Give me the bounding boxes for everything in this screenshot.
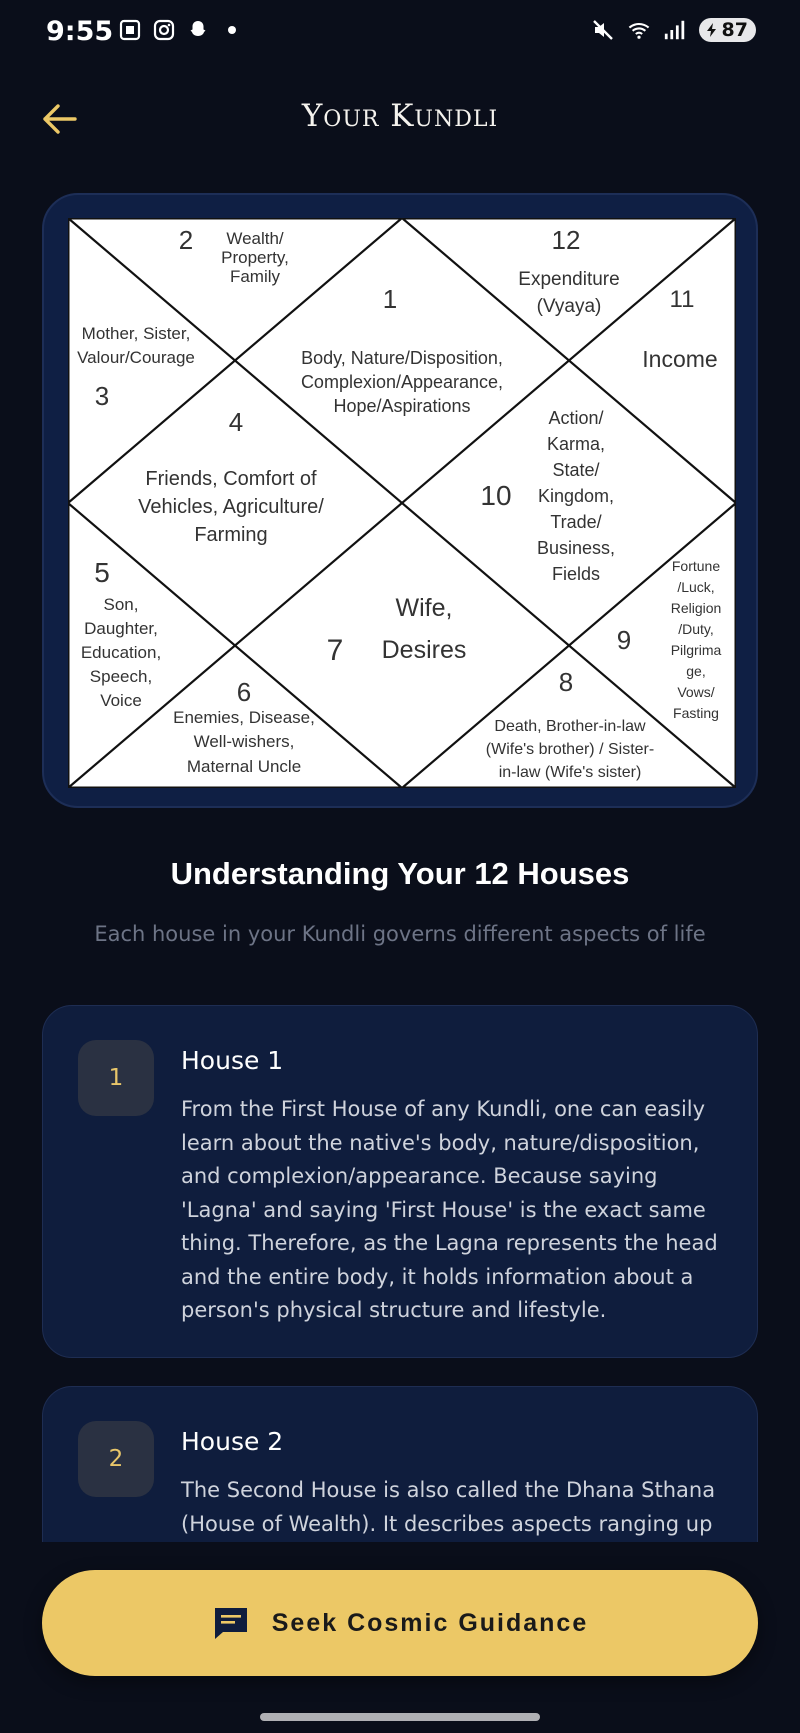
house-10-line-3: State/ (552, 460, 599, 480)
status-bar: 9:55 87 (0, 0, 800, 68)
house-5-line-4: Speech, (90, 667, 152, 686)
page-title: Your Kundli (301, 98, 499, 134)
house-4-line-2: Vehicles, Agriculture/ (138, 496, 324, 518)
house-2-line-1: Wealth/ (226, 229, 284, 248)
instagram-icon (152, 18, 176, 42)
house-9-line-2: /Luck, (677, 579, 714, 595)
house-2-line-3: Family (230, 267, 281, 286)
house-number-badge: 1 (78, 1040, 154, 1116)
house-5-line-2: Daughter, (84, 619, 158, 638)
battery-level: 87 (721, 19, 748, 41)
signal-icon (663, 18, 687, 42)
house-6-number: 6 (237, 677, 251, 707)
house-9-line-7: Vows/ (677, 684, 714, 700)
status-system-icons: 87 (591, 18, 756, 42)
house-12-line-1: Expenditure (518, 269, 619, 290)
house-description: From the First House of any Kundli, one … (181, 1097, 718, 1322)
house-3-number: 3 (95, 381, 109, 411)
house-7-line-2: Desires (382, 636, 467, 664)
house-11-line-1: Income (642, 346, 717, 372)
house-9-line-6: ge, (686, 663, 705, 679)
section-subtitle: Each house in your Kundli governs differ… (94, 922, 706, 946)
house-10-line-5: Trade/ (550, 512, 601, 532)
house-description: The Second House is also called the Dhan… (181, 1478, 716, 1536)
house-4-line-3: Farming (194, 524, 267, 546)
house-1-line-2: Complexion/Appearance, (301, 372, 503, 392)
house-1-number: 1 (383, 284, 397, 314)
section-title: Understanding Your 12 Houses (170, 856, 630, 891)
house-11-number: 11 (670, 286, 695, 313)
house-10-line-4: Kingdom, (538, 486, 614, 506)
house-8-line-1: Death, Brother-in-law (494, 718, 646, 735)
wifi-icon (627, 18, 651, 42)
house-10-line-6: Business, (537, 538, 615, 558)
house-5-line-5: Voice (100, 691, 142, 710)
seek-guidance-button[interactable]: Seek Cosmic Guidance (42, 1570, 758, 1676)
house-3-line-2: Valour/Courage (77, 348, 195, 367)
house-4-number: 4 (229, 407, 243, 437)
battery-icon: 87 (698, 18, 756, 42)
house-6-line-3: Maternal Uncle (187, 757, 301, 776)
house-9-line-1: Fortune (672, 558, 720, 574)
snapchat-icon (186, 18, 210, 42)
house-10-number: 10 (480, 480, 511, 511)
mute-icon (591, 18, 615, 42)
house-5-line-3: Education, (81, 643, 161, 662)
status-notification-icons (118, 18, 244, 42)
house-9-line-5: Pilgrima (671, 642, 722, 658)
house-10-line-1: Action/ (548, 408, 603, 428)
home-indicator[interactable] (260, 1713, 540, 1721)
house-1-line-3: Hope/Aspirations (333, 396, 470, 416)
house-6-line-1: Enemies, Disease, (173, 708, 315, 727)
house-10-line-2: Karma, (547, 434, 605, 454)
house-7-line-1: Wife, (396, 594, 453, 622)
house-10-line-7: Fields (552, 564, 600, 584)
house-2-line-2: Property, (221, 248, 289, 267)
house-card[interactable]: 1 House 1 From the First House of any Ku… (42, 1005, 758, 1358)
house-6-line-2: Well-wishers, (194, 732, 295, 751)
kundli-chart-frame: 1 Body, Nature/Disposition, Complexion/A… (42, 193, 758, 808)
house-8-line-2: (Wife's brother) / Sister- (486, 741, 654, 758)
house-name: House 2 (181, 1427, 284, 1456)
house-5-line-1: Son, (104, 595, 139, 614)
house-9-line-3: Religion (671, 600, 722, 616)
house-3-line-1: Mother, Sister, (82, 324, 191, 343)
screenshot-icon (118, 18, 142, 42)
chat-icon (214, 1608, 247, 1639)
house-1-line-1: Body, Nature/Disposition, (301, 348, 503, 368)
house-9-number: 9 (617, 625, 631, 655)
house-8-line-3: in-law (Wife's sister) (499, 764, 642, 781)
house-12-line-2: (Vyaya) (537, 296, 602, 317)
house-number-badge: 2 (78, 1421, 154, 1497)
status-time: 9:55 (46, 16, 114, 47)
dot-icon (220, 18, 244, 42)
house-2-number: 2 (179, 225, 193, 255)
house-5-number: 5 (94, 557, 110, 588)
kundli-chart[interactable]: 1 Body, Nature/Disposition, Complexion/A… (68, 218, 736, 788)
header: Your Kundli (0, 80, 800, 160)
house-8-number: 8 (559, 667, 573, 697)
house-12-number: 12 (552, 225, 581, 255)
house-9-line-8: Fasting (673, 705, 719, 721)
house-name: House 1 (181, 1046, 284, 1075)
house-7-number: 7 (327, 634, 344, 667)
house-9-line-4: /Duty, (678, 621, 714, 637)
seek-guidance-label: Seek Cosmic Guidance (271, 1608, 589, 1637)
house-4-line-1: Friends, Comfort of (145, 468, 317, 490)
